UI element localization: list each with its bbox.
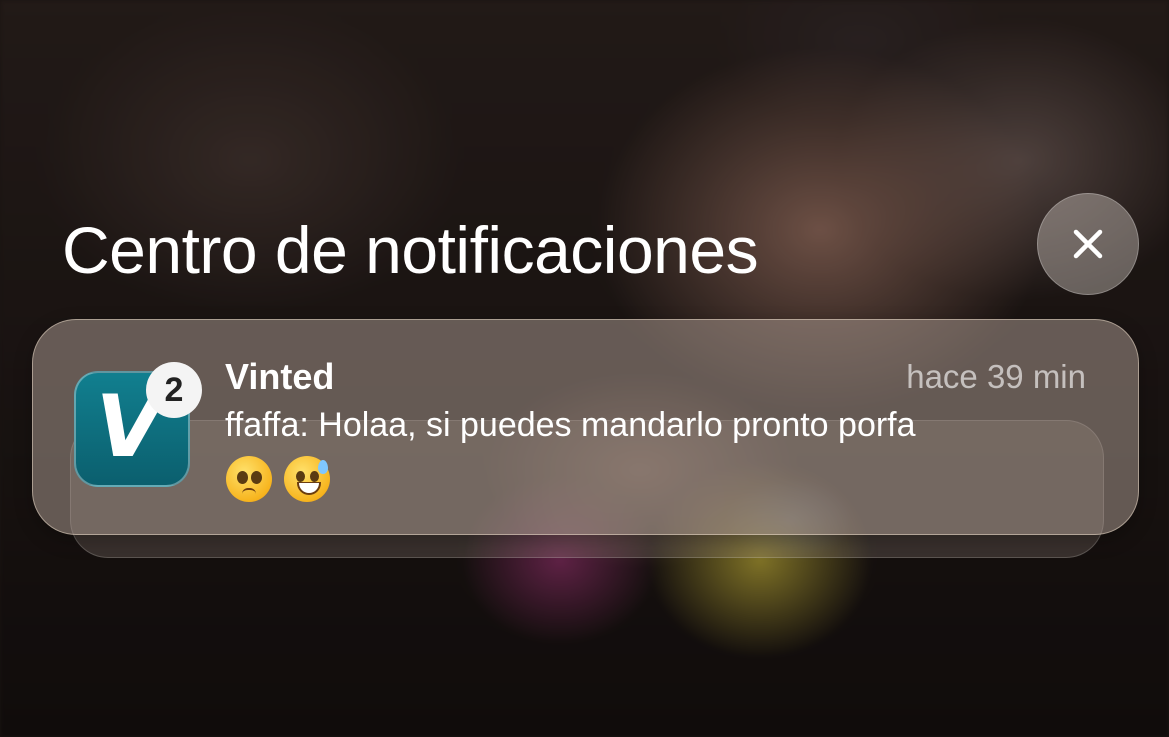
grinning-sweat-emoji [284,456,330,502]
pleading-face-emoji [226,456,272,502]
page-title: Centro de notificaciones [62,213,759,287]
notification-message: ffaffa: Holaa, si puedes mandarlo pronto… [225,406,916,444]
close-button[interactable] [1037,193,1139,295]
notification-timestamp: hace 39 min [906,358,1086,395]
notification-card[interactable]: V 2 Vinted hace 39 min ffaffa: Holaa, si… [32,319,1139,535]
notification-app-name: Vinted [225,356,335,397]
close-icon [1073,229,1103,259]
notification-count-badge: 2 [146,362,202,418]
